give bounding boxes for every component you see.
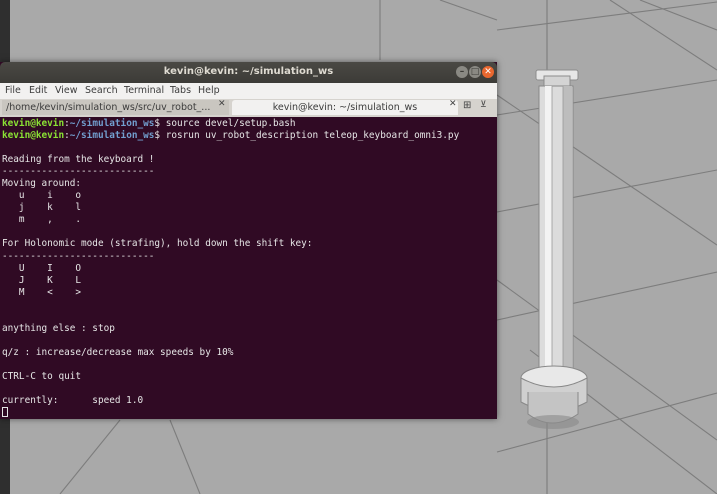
output-line: Moving around: xyxy=(2,178,82,190)
prompt-user: kevin@kevin xyxy=(2,118,65,129)
window-title: kevin@kevin: ~/simulation_ws xyxy=(163,66,334,77)
close-button[interactable]: ✕ xyxy=(482,66,494,78)
output-line: --------------------------- xyxy=(2,166,155,178)
output-lines: Reading from the keyboard ! -------------… xyxy=(2,142,490,407)
prompt-line: kevin@kevin:~/simulation_ws$ source deve… xyxy=(2,118,490,130)
tab-simulation-ws[interactable]: kevin@kevin: ~/simulation_ws xyxy=(232,100,458,115)
terminal-scrollbar[interactable] xyxy=(491,118,495,416)
menu-bar: File Edit View Search Terminal Tabs Help xyxy=(0,83,497,99)
menu-edit[interactable]: Edit xyxy=(29,85,47,96)
minimize-button[interactable]: – xyxy=(456,66,468,78)
output-line: currently: speed 1.0 xyxy=(2,395,144,407)
prompt-path: ~/simulation_ws xyxy=(69,130,155,142)
output-line: --------------------------- xyxy=(2,250,155,262)
menu-view[interactable]: View xyxy=(55,85,78,96)
terminal-window[interactable]: kevin@kevin: ~/simulation_ws – □ ✕ File … xyxy=(0,62,497,419)
new-tab-icon[interactable]: ⊞ xyxy=(463,100,471,111)
output-line: j k l xyxy=(2,202,82,214)
prompt-symbol: $ xyxy=(154,130,166,142)
prompt-path: ~/simulation_ws xyxy=(69,118,155,129)
terminal-output[interactable]: kevin@kevin:~/simulation_ws$ source deve… xyxy=(2,118,490,418)
output-line: U I O xyxy=(2,262,82,274)
output-line: For Holonomic mode (strafing), hold down… xyxy=(2,238,313,250)
maximize-button[interactable]: □ xyxy=(469,66,481,78)
tab-bar: /home/kevin/simulation_ws/src/uv_robot_.… xyxy=(0,99,497,117)
output-line: m , . xyxy=(2,214,82,226)
output-line: u i o xyxy=(2,190,82,202)
output-line: anything else : stop xyxy=(2,322,115,334)
tab-menu-icon[interactable]: ⊻ xyxy=(480,100,487,110)
menu-search[interactable]: Search xyxy=(85,85,118,96)
output-line: M < > xyxy=(2,286,82,298)
prompt-line: kevin@kevin:~/simulation_ws$ rosrun uv_r… xyxy=(2,130,490,142)
output-line: CTRL-C to quit xyxy=(2,370,82,382)
tab-src-uv-robot[interactable]: /home/kevin/simulation_ws/src/uv_robot_.… xyxy=(2,100,229,115)
output-line: q/z : increase/decrease max speeds by 10… xyxy=(2,346,234,358)
output-line: Reading from the keyboard ! xyxy=(2,154,155,166)
tab-label: kevin@kevin: ~/simulation_ws xyxy=(272,102,418,113)
tab-close-icon[interactable]: ✕ xyxy=(449,99,457,109)
tab-label: /home/kevin/simulation_ws/src/uv_robot_.… xyxy=(6,102,211,113)
output-line: J K L xyxy=(2,274,82,286)
command-text: source devel/setup.bash xyxy=(165,118,296,129)
cursor-line xyxy=(2,407,490,420)
command-text: rosrun uv_robot_description teleop_keybo… xyxy=(165,130,460,142)
prompt-symbol: $ xyxy=(154,118,166,129)
text-cursor xyxy=(2,407,8,418)
menu-help[interactable]: Help xyxy=(198,85,220,96)
menu-tabs[interactable]: Tabs xyxy=(170,85,191,96)
tab-close-icon[interactable]: ✕ xyxy=(218,99,226,109)
menu-terminal[interactable]: Terminal xyxy=(124,85,164,96)
prompt-user: kevin@kevin xyxy=(2,130,65,142)
menu-file[interactable]: File xyxy=(5,85,21,96)
window-titlebar[interactable]: kevin@kevin: ~/simulation_ws – □ ✕ xyxy=(0,62,497,83)
